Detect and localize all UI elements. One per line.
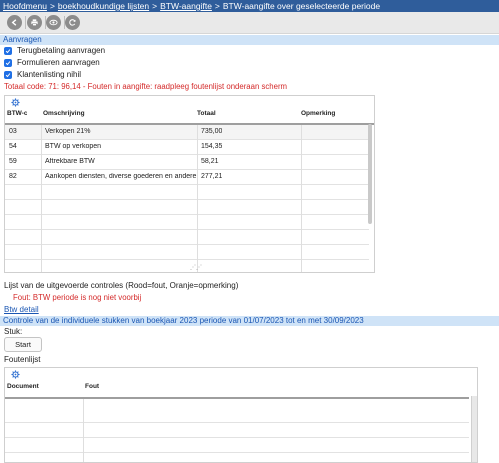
table-row[interactable]: 03 Verkopen 21% 735,00 xyxy=(5,125,369,140)
table-row-empty xyxy=(5,215,369,230)
table-row-empty xyxy=(5,185,369,200)
cell-code: 03 xyxy=(9,128,17,135)
breadcrumb-separator: > xyxy=(49,1,55,11)
column-divider xyxy=(83,399,84,462)
breadcrumb-separator: > xyxy=(152,1,158,11)
grid-header-row: Document Fout xyxy=(5,379,469,399)
view-icon xyxy=(49,19,58,26)
table-row[interactable]: 54 BTW op verkopen 154,35 xyxy=(5,140,369,155)
gear-icon[interactable] xyxy=(11,98,20,107)
checkbox-klantenlisting[interactable]: Klantenlisting nihil xyxy=(4,69,81,80)
checkbox-terugbetaling[interactable]: Terugbetaling aanvragen xyxy=(4,45,105,56)
resize-grip-icon[interactable]: ⋰⋰ xyxy=(190,264,202,271)
controles-title: Lijst van de uitgevoerde controles (Rood… xyxy=(4,281,239,290)
gear-icon[interactable] xyxy=(11,370,20,379)
btw-grid: BTW-c Omschrijving Totaal Opmerking 03 V… xyxy=(4,95,375,273)
breadcrumb-separator: > xyxy=(214,1,220,11)
checkbox-label: Klantenlisting nihil xyxy=(17,70,82,79)
refresh-icon xyxy=(69,19,76,26)
refresh-button[interactable] xyxy=(65,15,80,30)
checkbox-label: Terugbetaling aanvragen xyxy=(17,46,106,55)
cell-code: 82 xyxy=(9,173,17,180)
checkbox-checked-icon[interactable] xyxy=(4,70,12,79)
controle-error-item: Fout: BTW periode is nog niet voorbij xyxy=(13,293,142,302)
table-row-empty xyxy=(5,453,469,462)
section-controle-stukken-header: Controle van de individuele stukken van … xyxy=(0,316,499,326)
cell-totaal: 735,00 xyxy=(201,128,223,135)
cell-totaal: 277,21 xyxy=(201,173,223,180)
checkbox-label: Formulieren aanvragen xyxy=(17,58,100,67)
table-row-empty xyxy=(5,423,469,438)
cell-code: 59 xyxy=(9,158,17,165)
table-row[interactable]: 82 Aankopen diensten, diverse goederen e… xyxy=(5,170,369,185)
table-row-empty xyxy=(5,438,469,453)
totaal-error-message: Totaal code: 71: 96,14 - Fouten in aangi… xyxy=(4,82,288,91)
view-button[interactable] xyxy=(46,15,61,30)
cell-code: 54 xyxy=(9,143,17,150)
start-button[interactable]: Start xyxy=(4,337,42,352)
toolbar-divider xyxy=(25,16,26,29)
table-row-empty xyxy=(5,408,469,423)
table-row-empty xyxy=(5,200,369,215)
cell-totaal: 58,21 xyxy=(201,158,219,165)
cell-totaal: 154,35 xyxy=(201,143,223,150)
table-row-empty xyxy=(5,230,369,245)
table-row-empty xyxy=(5,260,369,272)
cell-omschrijving: Verkopen 21% xyxy=(45,128,91,135)
toolbar xyxy=(0,12,499,34)
column-divider xyxy=(41,125,42,272)
grid-header-row: BTW-c Omschrijving Totaal Opmerking xyxy=(5,107,374,125)
checkbox-checked-icon[interactable] xyxy=(4,58,12,67)
column-header-omschrijving[interactable]: Omschrijving xyxy=(43,110,85,117)
column-header-opmerking[interactable]: Opmerking xyxy=(301,110,335,117)
column-divider xyxy=(197,125,198,272)
section-aanvragen-header: Aanvragen xyxy=(0,35,499,45)
cell-omschrijving: Aankopen diensten, diverse goederen en a… xyxy=(45,173,197,180)
stuk-label: Stuk: xyxy=(4,327,23,336)
foutenlijst-grid: Document Fout xyxy=(4,367,478,463)
column-header-fout[interactable]: Fout xyxy=(85,383,99,390)
column-header-btw-code[interactable]: BTW-c xyxy=(7,110,27,117)
cell-omschrijving: Aftrekbare BTW xyxy=(45,158,95,165)
vertical-scrollbar[interactable] xyxy=(471,396,477,462)
btw-detail-link[interactable]: Btw detail xyxy=(4,305,39,314)
table-row-empty xyxy=(5,245,369,260)
breadcrumb-hoofdmenu[interactable]: Hoofdmenu xyxy=(3,1,47,11)
checkbox-formulieren[interactable]: Formulieren aanvragen xyxy=(4,57,100,68)
breadcrumb-boekhoudkundige-lijsten[interactable]: boekhoudkundige lijsten xyxy=(58,1,149,11)
checkbox-checked-icon[interactable] xyxy=(4,46,12,55)
print-icon xyxy=(31,19,38,26)
column-header-totaal[interactable]: Totaal xyxy=(197,110,216,117)
table-row[interactable]: 59 Aftrekbare BTW 58,21 xyxy=(5,155,369,170)
vertical-scrollbar[interactable] xyxy=(368,124,372,224)
cell-omschrijving: BTW op verkopen xyxy=(45,143,102,150)
column-header-document[interactable]: Document xyxy=(7,383,39,390)
print-button[interactable] xyxy=(27,15,42,30)
column-divider xyxy=(301,125,302,272)
back-icon xyxy=(11,19,17,26)
breadcrumb-current: BTW-aangifte over geselecteerde periode xyxy=(222,1,381,11)
back-button[interactable] xyxy=(7,15,22,30)
breadcrumb-btw-aangifte[interactable]: BTW-aangifte xyxy=(160,1,212,11)
breadcrumb: Hoofdmenu > boekhoudkundige lijsten > BTW-aa… xyxy=(0,0,499,12)
foutenlijst-label: Foutenlijst xyxy=(4,355,41,364)
